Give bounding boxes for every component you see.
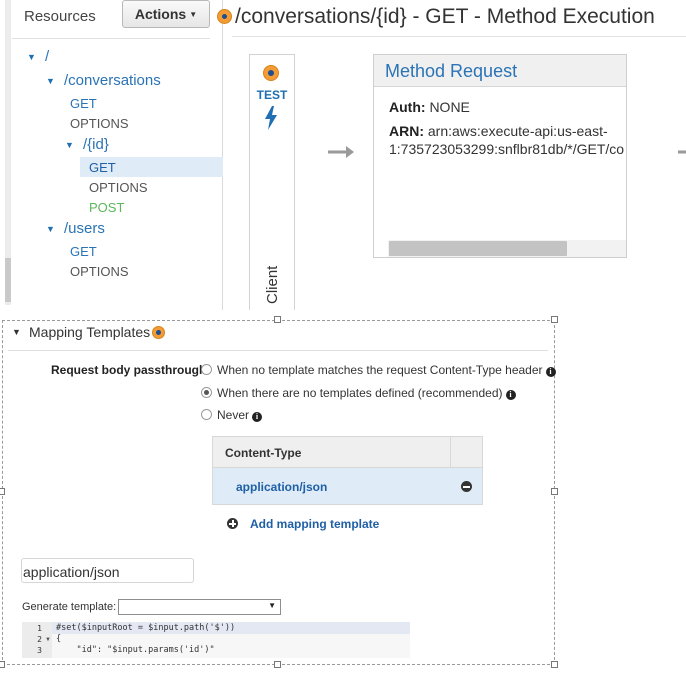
resources-divider <box>12 38 210 39</box>
arn-value-line1: arn:aws:execute-api:us-east- <box>427 123 608 139</box>
code-line[interactable]: #set($inputRoot = $input.path('$')) <box>56 623 235 633</box>
title-divider <box>232 36 686 37</box>
content-type-input[interactable] <box>21 558 194 583</box>
resize-handle[interactable] <box>0 488 5 495</box>
passthrough-option-label: When there are no templates defined (rec… <box>217 386 503 400</box>
arn-value-line2: 1:735723053299:snflbr81db/*/GET/co <box>389 141 625 157</box>
passthrough-option-never[interactable]: Never i <box>217 408 263 422</box>
resize-handle[interactable] <box>274 316 281 323</box>
passthrough-radio-never[interactable] <box>201 409 212 420</box>
tree-item-conversations-get[interactable]: GET <box>70 96 97 111</box>
mapping-templates-status-icon <box>152 326 165 339</box>
tree-expand-conversations-icon[interactable]: ▼ <box>46 76 55 86</box>
arrow-right-icon <box>678 150 686 154</box>
content-type-table: Content-Type application/json <box>212 436 483 505</box>
tree-item-users[interactable]: /users <box>64 220 105 237</box>
passthrough-label: Request body passthrough <box>51 363 207 377</box>
info-icon[interactable]: i <box>252 411 263 422</box>
resize-handle[interactable] <box>551 316 558 323</box>
passthrough-option-no-match[interactable]: When no template matches the request Con… <box>217 363 556 377</box>
method-request-title[interactable]: Method Request <box>374 55 626 87</box>
tree-expand-root-icon[interactable]: ▼ <box>27 52 36 62</box>
tree-item-id[interactable]: /{id} <box>83 136 109 153</box>
passthrough-radio-no-templates[interactable] <box>201 387 212 398</box>
resize-handle[interactable] <box>0 661 5 668</box>
method-request-scrollbar-thumb[interactable] <box>389 241 567 256</box>
column-divider <box>450 437 451 468</box>
resize-handle[interactable] <box>274 661 281 668</box>
arn-key: ARN: <box>389 123 424 139</box>
line-number: 3 <box>37 646 42 655</box>
caret-down-icon: ▼ <box>268 601 276 610</box>
code-line[interactable]: "id": "$input.params('id')" <box>56 645 214 655</box>
tree-item-id-post[interactable]: POST <box>89 200 124 215</box>
collapse-caret-icon[interactable]: ▼ <box>12 327 21 337</box>
info-icon[interactable]: i <box>545 366 556 377</box>
resources-scrollbar-thumb[interactable] <box>5 258 11 302</box>
tree-item-users-options[interactable]: OPTIONS <box>70 264 129 279</box>
auth-line: Auth: NONE <box>389 99 470 115</box>
page-title: /conversations/{id} - GET - Method Execu… <box>235 5 655 28</box>
passthrough-option-label: Never <box>217 408 250 422</box>
add-circle-icon[interactable] <box>227 518 238 529</box>
tree-item-id-get[interactable]: GET <box>89 160 116 175</box>
mapping-templates-divider <box>8 350 548 351</box>
content-type-row[interactable]: application/json <box>213 468 482 504</box>
test-link[interactable]: TEST <box>256 88 288 102</box>
passthrough-radio-no-match[interactable] <box>201 364 212 375</box>
tree-expand-users-icon[interactable]: ▼ <box>46 224 55 234</box>
arrow-right-icon <box>328 146 354 158</box>
caret-down-icon: ▼ <box>189 9 198 19</box>
passthrough-option-label: When no template matches the request Con… <box>217 363 543 377</box>
client-status-icon <box>263 65 279 81</box>
mapping-templates-title[interactable]: Mapping Templates <box>29 324 150 340</box>
auth-key: Auth: <box>389 99 426 115</box>
fold-caret-icon[interactable]: ▼ <box>45 637 51 643</box>
auth-value: NONE <box>429 99 470 115</box>
line-number: 2 <box>37 635 42 644</box>
tree-item-root[interactable]: / <box>45 48 49 65</box>
resources-pane-border <box>222 0 223 310</box>
content-type-value[interactable]: application/json <box>236 480 327 494</box>
content-type-column-header: Content-Type <box>225 446 302 460</box>
resize-handle[interactable] <box>551 661 558 668</box>
code-line[interactable]: { <box>56 634 61 644</box>
tree-item-id-options[interactable]: OPTIONS <box>89 180 148 195</box>
method-request-card[interactable]: Method Request Auth: NONE ARN: arn:aws:e… <box>373 54 627 258</box>
tree-item-conversations-options[interactable]: OPTIONS <box>70 116 129 131</box>
resize-handle[interactable] <box>551 488 558 495</box>
tree-item-users-get[interactable]: GET <box>70 244 97 259</box>
resources-header: Resources <box>24 8 96 25</box>
remove-circle-icon[interactable] <box>461 481 472 492</box>
add-mapping-template-link[interactable]: Add mapping template <box>250 517 379 531</box>
tree-item-conversations[interactable]: /conversations <box>64 72 161 89</box>
passthrough-option-no-templates[interactable]: When there are no templates defined (rec… <box>217 386 516 400</box>
lightning-bolt-icon[interactable] <box>263 106 279 130</box>
generate-template-select[interactable]: ▼ <box>118 599 281 615</box>
tree-expand-id-icon[interactable]: ▼ <box>65 140 74 150</box>
actions-button-label: Actions <box>134 6 187 22</box>
content-type-table-header: Content-Type <box>213 437 482 468</box>
actions-button[interactable]: Actions ▼ <box>122 0 210 28</box>
client-label: Client <box>264 265 281 304</box>
generate-template-label: Generate template: <box>22 601 117 613</box>
info-icon[interactable]: i <box>505 389 516 400</box>
method-status-icon <box>217 9 232 24</box>
arn-line: ARN: arn:aws:execute-api:us-east- <box>389 123 608 139</box>
line-number: 1 <box>37 624 42 633</box>
